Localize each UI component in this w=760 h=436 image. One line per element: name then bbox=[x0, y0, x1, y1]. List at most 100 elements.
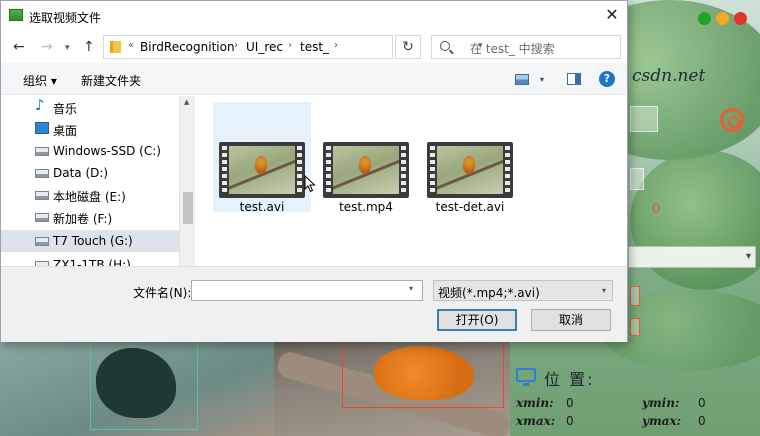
mouse-cursor-icon bbox=[304, 175, 316, 193]
file-name: test-det.avi bbox=[435, 200, 505, 214]
detection-box bbox=[90, 342, 198, 430]
breadcrumb-ui-rec[interactable]: UI_rec bbox=[246, 40, 283, 54]
app-indicator bbox=[630, 318, 640, 336]
file-item-test-det-avi[interactable]: test-det.avi bbox=[421, 102, 519, 214]
window-close-dot[interactable] bbox=[734, 12, 747, 25]
dialog-title: 选取视频文件 bbox=[29, 11, 102, 25]
close-button[interactable]: ✕ bbox=[599, 3, 625, 27]
nav-pane-scrollbar[interactable]: ▲ bbox=[179, 96, 195, 266]
xmax-value: 0 bbox=[566, 414, 574, 428]
search-input[interactable]: 在 test_ 中搜索 bbox=[431, 35, 621, 59]
scroll-up-icon[interactable]: ▲ bbox=[184, 98, 189, 106]
back-arrow-icon[interactable]: ← bbox=[13, 39, 25, 55]
film-sprocket bbox=[505, 146, 510, 194]
open-button[interactable]: 打开(O) bbox=[437, 309, 517, 331]
filename-label: 文件名(N): bbox=[133, 286, 192, 300]
position-title: 位 置: bbox=[544, 370, 595, 389]
search-icon bbox=[440, 41, 450, 51]
film-sprocket bbox=[326, 146, 331, 194]
cancel-button[interactable]: 取消 bbox=[531, 309, 611, 331]
nav-item-music[interactable]: ♪ 音乐 bbox=[1, 96, 179, 118]
filetype-value: 视频(*.mp4;*.avi) bbox=[438, 286, 540, 300]
desktop-icon bbox=[35, 122, 49, 134]
chevron-down-icon[interactable]: ▾ bbox=[540, 75, 544, 84]
film-sprocket bbox=[297, 146, 302, 194]
forward-arrow-icon[interactable]: → bbox=[41, 39, 53, 55]
breadcrumb-birdrecognition[interactable]: BirdRecognition bbox=[140, 40, 235, 54]
file-open-dialog: 选取视频文件 ✕ ← → ▾ ↑ « BirdRecognition › UI_… bbox=[0, 0, 628, 342]
xmax-label: xmax: bbox=[516, 414, 556, 428]
filename-input[interactable] bbox=[191, 280, 423, 301]
drive-icon bbox=[35, 237, 49, 246]
new-folder-button[interactable]: 新建文件夹 bbox=[81, 72, 141, 89]
result-image-2 bbox=[274, 342, 510, 436]
change-view-icon[interactable] bbox=[515, 74, 529, 85]
chevron-down-icon[interactable]: ▾ bbox=[409, 284, 413, 293]
app-panel bbox=[630, 168, 644, 190]
file-name: test.mp4 bbox=[339, 200, 393, 214]
drive-icon bbox=[35, 191, 49, 200]
file-item-test-avi[interactable]: test.avi bbox=[213, 102, 316, 214]
bird-shape bbox=[463, 156, 475, 174]
site-watermark: csdn.net bbox=[632, 66, 706, 86]
film-sprocket bbox=[222, 146, 227, 194]
dialog-titlebar[interactable]: 选取视频文件 ✕ bbox=[1, 1, 627, 31]
address-bar[interactable]: « BirdRecognition › UI_rec › test_ › ▾ bbox=[103, 35, 483, 59]
nav-item-label: Data (D:) bbox=[53, 166, 109, 180]
video-file-icon bbox=[427, 142, 513, 198]
breadcrumb-separator[interactable]: › bbox=[288, 40, 292, 51]
refresh-button[interactable]: ↻ bbox=[395, 35, 421, 59]
nav-item-drive-f[interactable]: 新加卷 (F:) bbox=[1, 206, 179, 228]
bird-shape bbox=[255, 156, 267, 174]
film-sprocket bbox=[430, 146, 435, 194]
scrollbar-thumb[interactable] bbox=[183, 192, 193, 224]
app-icon bbox=[9, 9, 23, 21]
organize-button[interactable]: 组织 ▾ bbox=[23, 72, 57, 89]
video-file-icon bbox=[219, 142, 305, 198]
video-thumbnail bbox=[437, 146, 503, 194]
help-icon[interactable]: ? bbox=[599, 71, 615, 87]
drive-icon bbox=[35, 169, 49, 178]
window-maximize-dot[interactable] bbox=[716, 12, 729, 25]
preview-pane-icon[interactable] bbox=[567, 73, 581, 85]
file-name: test.avi bbox=[239, 200, 285, 214]
nav-item-drive-c[interactable]: Windows-SSD (C:) bbox=[1, 140, 179, 162]
nav-item-drive-g[interactable]: T7 Touch (G:) bbox=[1, 230, 179, 252]
nav-item-label: T7 Touch (G:) bbox=[53, 234, 133, 248]
recent-locations-icon[interactable]: ▾ bbox=[65, 43, 70, 53]
window-minimize-dot[interactable] bbox=[698, 12, 711, 25]
film-sprocket bbox=[401, 146, 406, 194]
search-placeholder: 在 test_ 中搜索 bbox=[470, 42, 555, 56]
nav-item-drive-d[interactable]: Data (D:) bbox=[1, 162, 179, 184]
count-value: 0 bbox=[652, 202, 661, 217]
navigation-bar: ← → ▾ ↑ « BirdRecognition › UI_rec › tes… bbox=[1, 31, 627, 63]
app-panel bbox=[630, 106, 658, 132]
file-list: test.avi test.mp4 test-det.avi bbox=[199, 96, 627, 266]
result-image-1 bbox=[0, 342, 274, 436]
detection-box bbox=[342, 342, 504, 408]
nav-item-desktop[interactable]: 桌面 bbox=[1, 118, 179, 140]
video-file-icon bbox=[323, 142, 409, 198]
file-item-test-mp4[interactable]: test.mp4 bbox=[317, 102, 415, 214]
up-arrow-icon[interactable]: ↑ bbox=[83, 39, 95, 55]
bird-shape bbox=[359, 156, 371, 174]
nav-item-label: 本地磁盘 (E:) bbox=[53, 190, 126, 204]
xmin-label: xmin: bbox=[516, 396, 554, 410]
background-foliage bbox=[630, 150, 760, 290]
target-icon bbox=[720, 108, 744, 132]
nav-item-drive-e[interactable]: 本地磁盘 (E:) bbox=[1, 184, 179, 206]
chevron-down-icon: ▾ bbox=[601, 286, 606, 295]
nav-item-drive-h[interactable]: ZX1-1TB (H:) bbox=[1, 254, 179, 266]
breadcrumb-overflow[interactable]: « bbox=[128, 40, 134, 51]
nav-item-label: 音乐 bbox=[53, 102, 78, 116]
breadcrumb-separator[interactable]: › bbox=[234, 40, 238, 51]
video-thumbnail bbox=[333, 146, 399, 194]
video-thumbnail bbox=[229, 146, 295, 194]
breadcrumb-test[interactable]: test_ bbox=[300, 40, 329, 54]
ymin-label: ymin: bbox=[642, 396, 680, 410]
filetype-select[interactable]: 视频(*.mp4;*.avi) ▾ bbox=[433, 280, 613, 301]
ymax-value: 0 bbox=[698, 414, 706, 428]
target-select[interactable]: ▾ bbox=[628, 246, 756, 268]
breadcrumb-separator[interactable]: › bbox=[334, 40, 338, 51]
toolbar: 组织 ▾ 新建文件夹 ▾ ? bbox=[1, 63, 627, 95]
